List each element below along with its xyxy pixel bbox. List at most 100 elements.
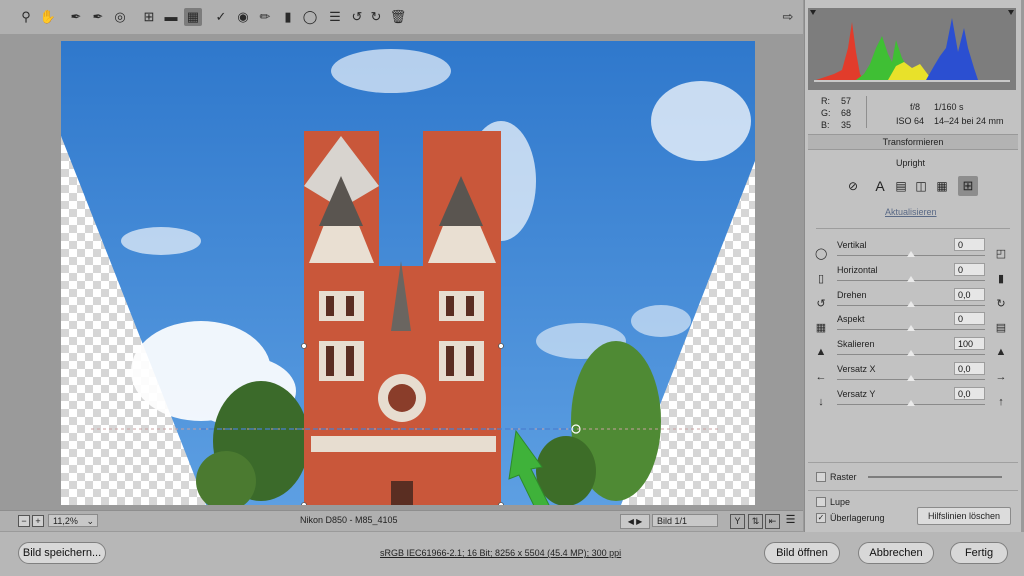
- zoom-in-button[interactable]: +: [32, 515, 44, 527]
- loupe-checkbox[interactable]: [816, 497, 826, 507]
- target-adjust-icon[interactable]: ◎: [112, 9, 128, 25]
- workflow-options-link[interactable]: sRGB IEC61966-2.1; 16 Bit; 8256 x 5504 (…: [380, 548, 621, 558]
- scale-minus-icon[interactable]: ▲: [815, 346, 827, 358]
- toolbar: ⚲ ✋ ✒ ✒ ◎ ⊞ ▬ ▦ ✓ ◉ ✏ ▮ ◯ ☰ ↺ ↻ 🗑 ⇨: [0, 0, 803, 34]
- r-value: 57: [841, 96, 852, 106]
- loupe-label: Lupe: [830, 497, 851, 507]
- lens-info: 14–24 bei 24 mm: [934, 116, 1004, 126]
- offset-y-slider-knob[interactable]: [907, 399, 915, 406]
- brush-icon[interactable]: ✏: [257, 9, 273, 25]
- zoom-value: 11,2%: [53, 516, 78, 526]
- white-balance-icon[interactable]: ✒: [68, 9, 84, 25]
- upright-off-icon[interactable]: ⊘: [846, 179, 860, 193]
- image-nav-buttons[interactable]: ◀ ▶: [620, 514, 650, 529]
- aperture: f/8: [910, 102, 921, 112]
- image-preview[interactable]: [61, 41, 755, 505]
- grid-slider[interactable]: [868, 476, 1002, 478]
- vertical-plus-icon[interactable]: ◰: [995, 247, 1007, 260]
- divider: [808, 462, 1018, 463]
- export-icon[interactable]: ⇨: [780, 9, 796, 25]
- rotate-right-icon[interactable]: ↻: [368, 9, 384, 25]
- horizontal-minus-icon[interactable]: ▯: [815, 272, 827, 285]
- rotate-left-icon[interactable]: ↺: [349, 9, 365, 25]
- chevron-down-icon: ⌄: [86, 516, 94, 526]
- filename: Nikon D850 - M85_4105: [300, 515, 398, 525]
- swap-before-after-icon[interactable]: ⇅: [748, 514, 763, 529]
- aspect-value[interactable]: 0: [954, 312, 985, 326]
- horizontal-slider-knob[interactable]: [907, 275, 915, 282]
- color-sampler-icon[interactable]: ✒: [90, 9, 106, 25]
- cancel-button[interactable]: Abbrechen: [858, 542, 934, 564]
- copy-settings-icon[interactable]: ⇤: [765, 514, 780, 529]
- vertical-value[interactable]: 0: [954, 238, 985, 251]
- b-label: B:: [821, 120, 830, 130]
- clear-guides-button[interactable]: Hilfslinien löschen: [917, 507, 1011, 525]
- shutter-speed: 1/160 s: [934, 102, 964, 112]
- offset-x-plus-icon[interactable]: →: [995, 371, 1007, 383]
- overlay-checkbox[interactable]: ✓: [816, 513, 826, 523]
- rotate-plus-icon[interactable]: ↻: [995, 297, 1007, 310]
- horizontal-plus-icon[interactable]: ▮: [995, 272, 1007, 285]
- section-title[interactable]: Transformieren: [808, 134, 1018, 150]
- b-value: 35: [841, 120, 852, 130]
- horizontal-value[interactable]: 0: [954, 262, 985, 276]
- upright-vertical-icon[interactable]: ◫: [914, 179, 928, 193]
- g-label: G:: [821, 108, 831, 118]
- radial-filter-icon[interactable]: ◯: [302, 9, 318, 25]
- image-counter: Bild 1/1: [652, 514, 718, 527]
- scale-value[interactable]: 100: [954, 337, 985, 351]
- aspect-plus-icon[interactable]: ▤: [995, 321, 1007, 334]
- g-value: 68: [841, 108, 852, 118]
- upright-guided-icon[interactable]: ⊞: [958, 176, 978, 196]
- rotate-slider-knob[interactable]: [907, 300, 915, 307]
- save-image-button[interactable]: Bild speichern...: [18, 542, 106, 564]
- divider: [816, 228, 1010, 229]
- offset-x-minus-icon[interactable]: ←: [815, 371, 827, 383]
- aspect-minus-icon[interactable]: ▦: [815, 321, 827, 334]
- grid-checkbox[interactable]: [816, 472, 826, 482]
- scale-label: Skalieren: [837, 339, 875, 350]
- before-after-y-icon[interactable]: Y: [730, 514, 745, 529]
- rotate-label: Drehen: [837, 289, 867, 300]
- scale-plus-icon[interactable]: ▲: [995, 346, 1007, 358]
- offset-y-minus-icon[interactable]: ↓: [815, 396, 827, 408]
- hand-icon[interactable]: ✋: [40, 9, 56, 25]
- divider: [808, 490, 1018, 491]
- done-button[interactable]: Fertig: [950, 542, 1008, 564]
- spot-removal-icon[interactable]: ✓: [213, 9, 229, 25]
- divider: [866, 96, 867, 128]
- zoom-out-button[interactable]: −: [18, 515, 30, 527]
- red-eye-icon[interactable]: ◉: [235, 9, 251, 25]
- offset-y-value[interactable]: 0,0: [954, 386, 985, 400]
- scale-slider-knob[interactable]: [907, 350, 915, 357]
- status-bar: − + 11,2% ⌄ Nikon D850 - M85_4105 ◀ ▶ Bi…: [0, 510, 803, 531]
- transform-icon[interactable]: ▦: [184, 8, 202, 26]
- zoom-icon[interactable]: ⚲: [18, 9, 34, 25]
- offset-x-slider-knob[interactable]: [907, 375, 915, 381]
- upright-level-icon[interactable]: ▤: [894, 179, 908, 193]
- graduated-filter-icon[interactable]: ▮: [280, 9, 296, 25]
- settings-sliders-icon[interactable]: ☰: [784, 514, 797, 527]
- rotate-value[interactable]: 0,0: [954, 287, 985, 301]
- vertical-minus-icon[interactable]: ◯: [815, 247, 827, 260]
- upright-full-icon[interactable]: ▦: [935, 179, 949, 193]
- presets-list-icon[interactable]: ☰: [327, 9, 343, 25]
- rotate-minus-icon[interactable]: ↺: [815, 297, 827, 310]
- aspect-slider-knob[interactable]: [907, 325, 915, 332]
- zoom-select[interactable]: 11,2% ⌄: [48, 514, 98, 527]
- offset-y-plus-icon[interactable]: ↑: [995, 396, 1007, 408]
- upright-auto-icon[interactable]: A: [873, 178, 887, 194]
- open-image-button[interactable]: Bild öffnen: [764, 542, 840, 564]
- iso: ISO 64: [896, 116, 925, 126]
- overlay-label: Überlagerung: [830, 513, 885, 523]
- trash-icon[interactable]: 🗑: [390, 9, 407, 25]
- straighten-icon[interactable]: ▬: [163, 9, 179, 25]
- crop-icon[interactable]: ⊞: [141, 9, 157, 25]
- grid-label: Raster: [830, 472, 857, 482]
- aspect-label: Aspekt: [837, 314, 865, 325]
- offset-x-label: Versatz X: [837, 364, 876, 374]
- update-link[interactable]: Aktualisieren: [885, 207, 937, 217]
- offset-x-value[interactable]: 0,0: [954, 362, 985, 375]
- r-label: R:: [821, 96, 830, 106]
- vertical-slider-knob[interactable]: [907, 251, 915, 257]
